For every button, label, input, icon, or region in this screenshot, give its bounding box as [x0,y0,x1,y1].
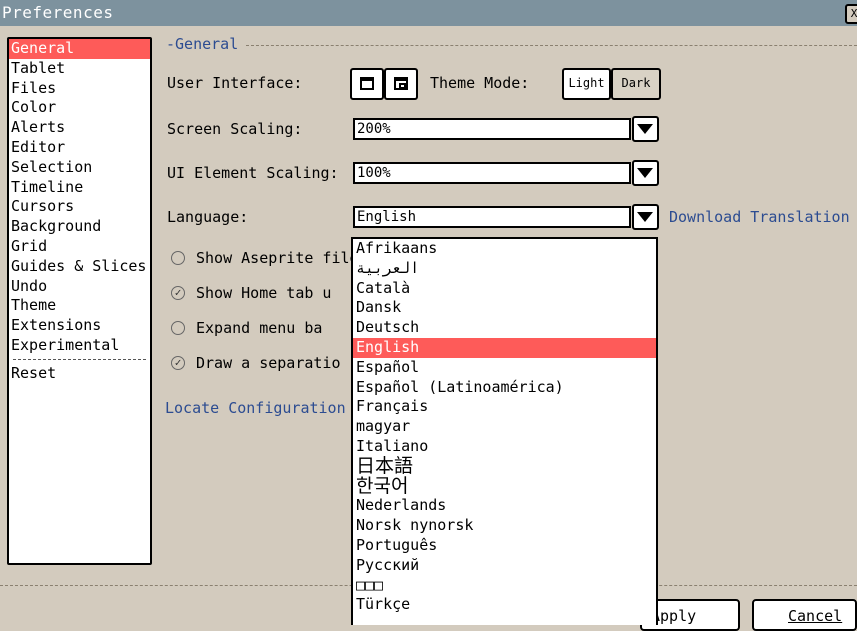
cancel-button[interactable]: Cancel [752,599,857,631]
checkbox-label[interactable]: Show Home tab u [196,284,331,302]
screen-scaling-value[interactable]: 200% [353,118,631,140]
sidebar-item-undo[interactable]: Undo [9,277,150,297]
checkbox[interactable]: ✓ [171,356,185,370]
ui-mode-window-button[interactable] [350,68,384,100]
language-option[interactable]: Dansk [353,298,656,318]
sidebar-item-general[interactable]: General [9,39,150,59]
sidebar-item-theme[interactable]: Theme [9,296,150,316]
checkbox[interactable]: ✓ [171,286,185,300]
cancel-label: Cancel [788,607,843,625]
download-translation-link[interactable]: Download Translation [669,208,850,226]
title-bar: Preferences X [0,0,857,26]
language-option[interactable]: Italiano [353,437,656,457]
language-option[interactable]: 한국어 [353,476,656,497]
language-option[interactable]: Català [353,279,656,299]
user-interface-label: User Interface: [167,74,303,92]
language-value[interactable]: English [353,206,631,228]
checkbox-label[interactable]: Draw a separatio [196,354,341,372]
sidebar-item-tablet[interactable]: Tablet [9,59,150,79]
language-option[interactable]: Türkçe [353,595,656,615]
sidebar-item-experimental[interactable]: Experimental [9,336,150,356]
group-title: -General [166,35,239,53]
language-option[interactable]: 日本語 [353,456,656,477]
sidebar-item-selection[interactable]: Selection [9,158,150,178]
language-option[interactable]: Español (Latinoamérica) [353,378,656,398]
sidebar-item-alerts[interactable]: Alerts [9,118,150,138]
sidebar-separator [13,358,146,360]
window-icon [360,77,374,90]
close-icon[interactable]: X [845,4,857,24]
locate-configuration-link[interactable]: Locate Configuration [165,399,346,417]
language-option[interactable]: Español [353,358,656,378]
sidebar-item-timeline[interactable]: Timeline [9,178,150,198]
theme-light-button[interactable]: Light [562,68,611,100]
language-option[interactable]: العربية [353,259,656,279]
language-dropdown-list[interactable]: Afrikaans العربية Català Dansk Deutsch Englis… [351,237,658,625]
language-option[interactable]: Afrikaans [353,239,656,259]
chevron-down-icon[interactable] [632,204,659,230]
sidebar-item-extensions[interactable]: Extensions [9,316,150,336]
ui-element-scaling-combo[interactable]: 100% [353,160,659,186]
screen-scaling-label: Screen Scaling: [167,120,303,138]
language-option[interactable]: □□□ [353,576,656,596]
ui-element-scaling-value[interactable]: 100% [353,162,631,184]
checkbox[interactable] [171,321,185,335]
sidebar-item-guides-slices[interactable]: Guides & Slices [9,257,150,277]
window-title: Preferences [2,3,114,22]
group-divider [246,45,857,46]
language-option[interactable]: English [353,337,656,358]
language-option[interactable]: Português [353,536,656,556]
sidebar-item-editor[interactable]: Editor [9,138,150,158]
sidebar-item-color[interactable]: Color [9,98,150,118]
sidebar-item-reset[interactable]: Reset [9,364,150,384]
sidebar-item-grid[interactable]: Grid [9,237,150,257]
theme-mode-label: Theme Mode: [430,74,530,92]
checkbox-label[interactable]: Show Aseprite file [196,249,359,267]
language-option[interactable]: Русский [353,556,656,576]
language-option[interactable]: Nederlands [353,496,656,516]
language-option[interactable]: Norsk nynorsk [353,516,656,536]
screen-scaling-combo[interactable]: 200% [353,116,659,142]
language-option[interactable]: magyar [353,417,656,437]
multi-window-icon-inner [399,83,406,89]
chevron-down-icon[interactable] [632,160,659,186]
chevron-down-icon[interactable] [632,116,659,142]
language-combo[interactable]: English [353,204,659,230]
ui-element-scaling-label: UI Element Scaling: [167,164,339,182]
theme-dark-button[interactable]: Dark [611,68,661,100]
checkbox-label[interactable]: Expand menu ba [196,319,322,337]
sidebar-item-files[interactable]: Files [9,79,150,99]
language-option[interactable]: Deutsch [353,318,656,338]
sidebar-item-background[interactable]: Background [9,217,150,237]
ui-mode-multiwindow-button[interactable] [384,68,418,100]
checkbox[interactable] [171,251,185,265]
language-label: Language: [167,208,249,226]
sidebar: General Tablet Files Color Alerts Editor Selec… [7,37,152,565]
sidebar-item-cursors[interactable]: Cursors [9,197,150,217]
language-option[interactable]: Français [353,397,656,417]
